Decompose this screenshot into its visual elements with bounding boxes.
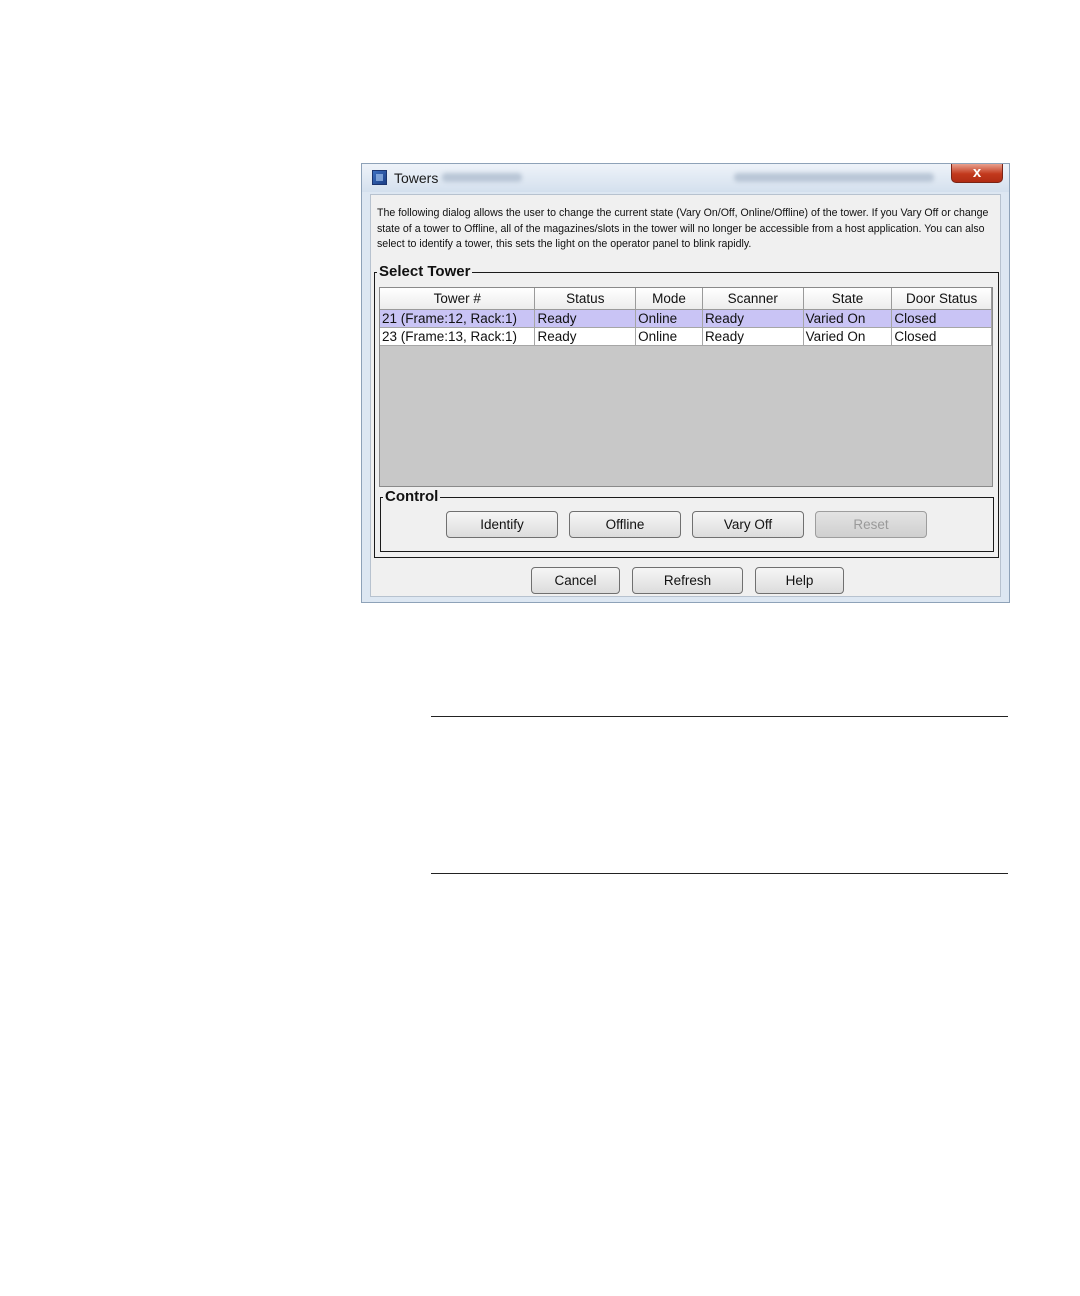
cell-status: Ready xyxy=(535,310,637,328)
vary-off-button[interactable]: Vary Off xyxy=(692,511,804,538)
dialog-description: The following dialog allows the user to … xyxy=(377,207,989,251)
control-group: Control Identify Offline Vary Off Reset xyxy=(380,488,994,552)
title-blur-redaction xyxy=(442,173,522,182)
title-bar[interactable]: Towers x xyxy=(362,164,1009,192)
reset-button: Reset xyxy=(815,511,927,538)
tower-table[interactable]: Tower # Status Mode Scanner State Door S… xyxy=(379,287,993,487)
divider-bottom xyxy=(431,873,1008,874)
cell-state: Varied On xyxy=(803,328,893,346)
cancel-button[interactable]: Cancel xyxy=(531,567,620,594)
cell-status: Ready xyxy=(535,328,637,346)
app-icon xyxy=(372,170,387,185)
cell-door-status: Closed xyxy=(892,328,992,346)
title-blur-redaction xyxy=(734,173,934,182)
cell-door-status: Closed xyxy=(892,310,992,328)
column-header-status[interactable]: Status xyxy=(535,288,637,310)
column-header-scanner[interactable]: Scanner xyxy=(702,288,804,310)
select-tower-title: Select Tower xyxy=(377,263,473,281)
close-button[interactable]: x xyxy=(951,164,1003,183)
offline-button[interactable]: Offline xyxy=(569,511,681,538)
column-header-state[interactable]: State xyxy=(803,288,893,310)
cell-tower: 23 (Frame:13, Rack:1) xyxy=(380,328,536,346)
close-icon: x xyxy=(972,164,982,181)
cell-mode: Online xyxy=(636,310,703,328)
cell-tower: 21 (Frame:12, Rack:1) xyxy=(380,310,536,328)
table-header: Tower # Status Mode Scanner State Door S… xyxy=(380,288,992,310)
table-row[interactable]: 23 (Frame:13, Rack:1) Ready Online Ready… xyxy=(380,328,992,346)
towers-dialog: Towers x The following dialog allows the… xyxy=(361,163,1010,603)
cell-scanner: Ready xyxy=(702,328,804,346)
window-title: Towers xyxy=(394,170,439,186)
cell-mode: Online xyxy=(636,328,703,346)
cell-scanner: Ready xyxy=(702,310,804,328)
refresh-button[interactable]: Refresh xyxy=(632,567,743,594)
divider-top xyxy=(431,716,1008,717)
column-header-mode[interactable]: Mode xyxy=(636,288,703,310)
column-header-tower[interactable]: Tower # xyxy=(380,288,536,310)
cell-state: Varied On xyxy=(803,310,893,328)
identify-button[interactable]: Identify xyxy=(446,511,558,538)
dialog-client-area: The following dialog allows the user to … xyxy=(370,194,1001,597)
help-button[interactable]: Help xyxy=(755,567,844,594)
control-title: Control xyxy=(383,488,441,506)
column-header-door-status[interactable]: Door Status xyxy=(892,288,992,310)
table-row[interactable]: 21 (Frame:12, Rack:1) Ready Online Ready… xyxy=(380,310,992,328)
